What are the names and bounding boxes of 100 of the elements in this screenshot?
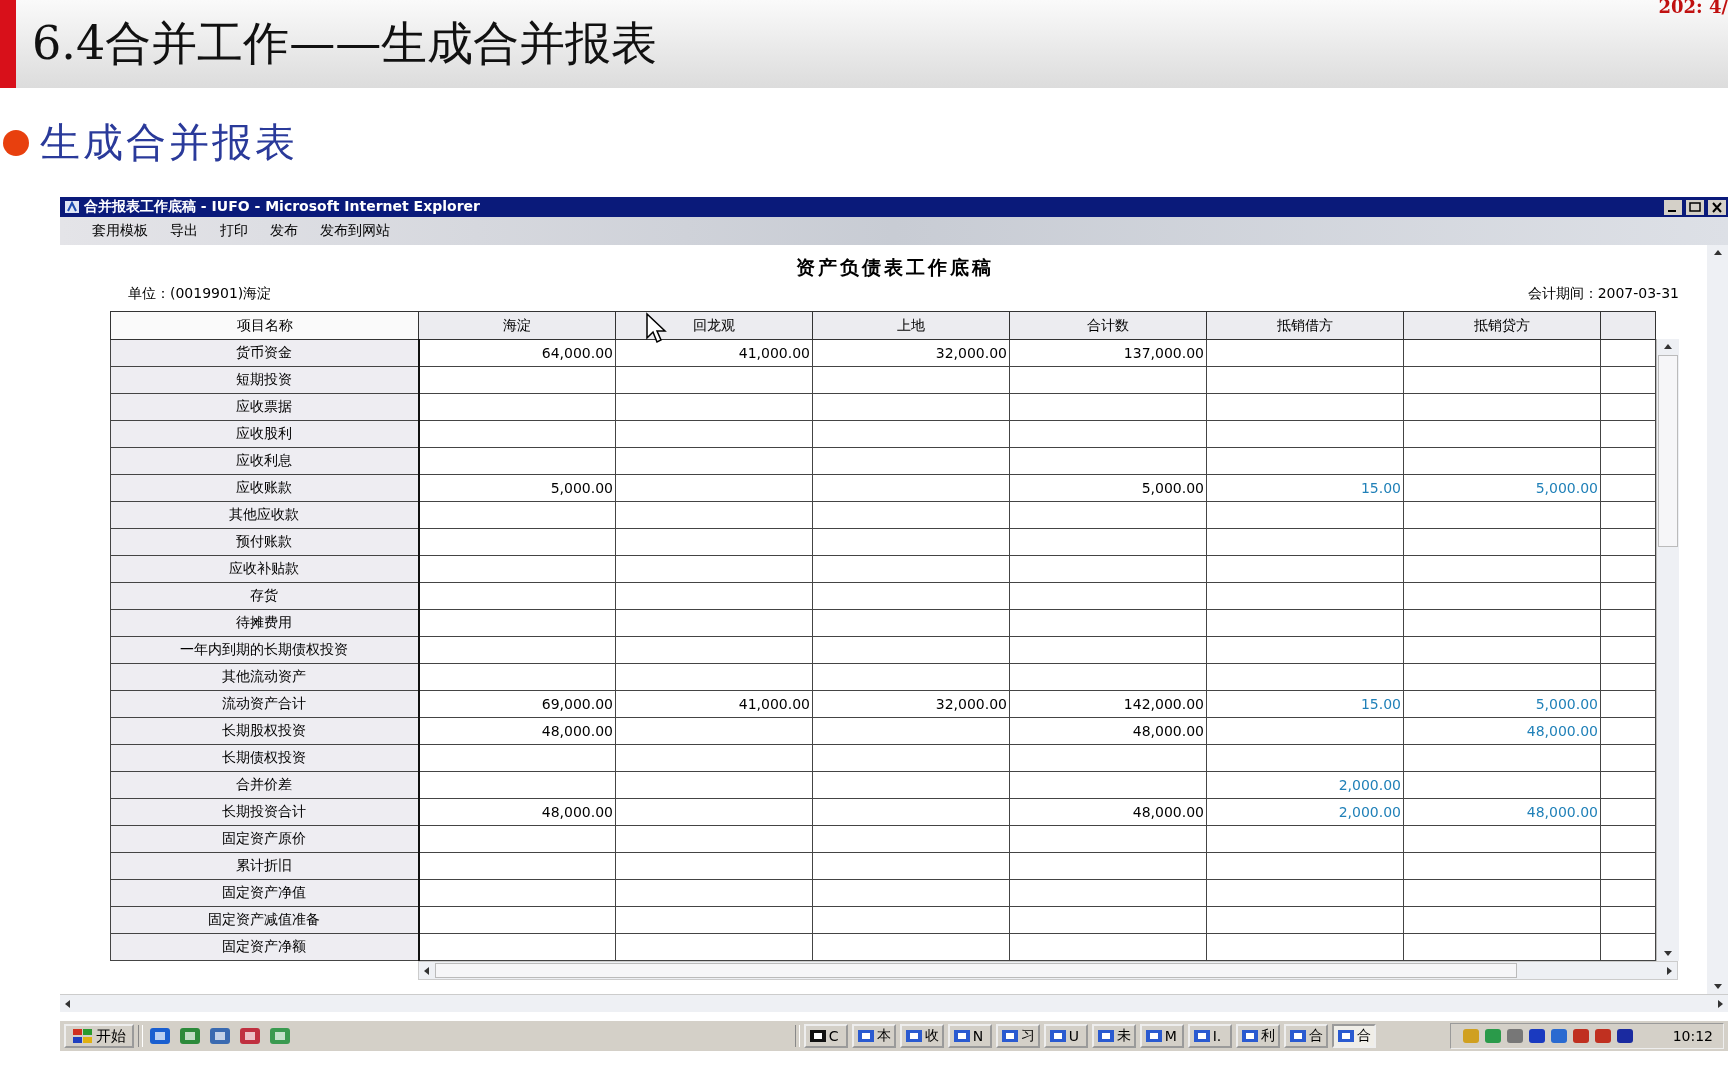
quick-launch-icon[interactable] (177, 1025, 203, 1047)
clock: 10:12 (1672, 1028, 1713, 1044)
row-label: 固定资产净值 (110, 879, 419, 907)
row-label: 长期债权投资 (110, 744, 419, 772)
bullet-text: 生成合并报表 (40, 118, 298, 167)
table-cell: 5,000.00 (1009, 474, 1207, 502)
tray-icon[interactable] (1526, 1027, 1547, 1045)
quick-launch-icon[interactable] (207, 1025, 233, 1047)
taskbar-button[interactable]: 收 (899, 1024, 944, 1048)
row-label: 待摊费用 (110, 609, 419, 637)
table-cell (1600, 366, 1656, 394)
table-cell: 2,000.00 (1206, 798, 1404, 826)
table-cell: 48,000.00 (1009, 798, 1207, 826)
report-title: 资产负债表工作底稿 (794, 255, 995, 280)
table-cell (1600, 825, 1656, 853)
menu-item[interactable]: 套用模板 (92, 222, 148, 240)
window-icon (1336, 1028, 1355, 1044)
table-cell (1600, 879, 1656, 907)
menu-item[interactable]: 发布 (270, 222, 298, 240)
taskbar-button[interactable]: 习 (995, 1024, 1040, 1048)
vertical-scrollbar[interactable] (1656, 339, 1679, 961)
table-cell: 48,000.00 (418, 717, 616, 745)
flag-icon (72, 1027, 94, 1045)
table-cell (1600, 933, 1656, 961)
table-cell: 48,000.00 (1403, 798, 1601, 826)
tray-icon[interactable] (1570, 1027, 1591, 1045)
taskbar-button[interactable]: N (947, 1024, 992, 1048)
window-vertical-scrollbar[interactable] (1707, 245, 1728, 994)
taskbar-button[interactable]: 本 (851, 1024, 896, 1048)
tray-icon[interactable] (1548, 1027, 1569, 1045)
taskbar-button[interactable]: M (1139, 1024, 1184, 1048)
table-cell (1600, 447, 1656, 475)
horizontal-scrollbar[interactable] (418, 961, 1678, 980)
window-title: 合并报表工作底稿 - IUFO - Microsoft Internet Explorer (84, 198, 480, 216)
table-cell (1600, 798, 1656, 826)
window-icon (856, 1028, 875, 1044)
table-cell (1600, 474, 1656, 502)
start-button[interactable]: 开始 (64, 1024, 134, 1048)
quick-launch-icon[interactable] (237, 1025, 263, 1047)
window-icon (1192, 1028, 1211, 1044)
column-header (1600, 311, 1656, 340)
column-header: 海淀 (418, 311, 616, 340)
quick-launch-icon[interactable] (147, 1025, 173, 1047)
table-cell (1600, 555, 1656, 583)
table-cell: 48,000.00 (1009, 717, 1207, 745)
column-header: 抵销贷方 (1403, 311, 1601, 340)
window-horizontal-scrollbar[interactable] (60, 994, 1728, 1012)
taskbar-button[interactable]: I. (1187, 1024, 1232, 1048)
table-cell (1600, 663, 1656, 691)
scroll-thumb[interactable] (435, 963, 1517, 978)
row-label: 固定资产净额 (110, 933, 419, 961)
period-label: 会计期间：2007-03-31 (1527, 285, 1679, 303)
tray-icon[interactable] (1614, 1027, 1635, 1045)
close-button[interactable] (1708, 199, 1726, 215)
row-label: 一年内到期的长期债权投资 (110, 636, 419, 664)
row-label: 应收账款 (110, 474, 419, 502)
menu-item[interactable]: 发布到网站 (320, 222, 390, 240)
row-label: 累计折旧 (110, 852, 419, 880)
table-cell: 5,000.00 (1403, 474, 1601, 502)
column-header: 回龙观 (615, 311, 813, 340)
minimize-button[interactable] (1664, 199, 1682, 215)
table-cell: 5,000.00 (418, 474, 616, 502)
window-icon (1096, 1028, 1115, 1044)
table-cell: 32,000.00 (812, 339, 1010, 367)
table-cell (1600, 528, 1656, 556)
window-icon (1288, 1028, 1307, 1044)
tray-icon[interactable] (1592, 1027, 1613, 1045)
row-label: 预付账款 (110, 528, 419, 556)
table-cell: 48,000.00 (418, 798, 616, 826)
row-label: 其他流动资产 (110, 663, 419, 691)
maximize-button[interactable] (1686, 199, 1704, 215)
taskbar-button[interactable]: U (1043, 1024, 1088, 1048)
scroll-thumb[interactable] (1658, 355, 1678, 547)
table-cell: 41,000.00 (615, 690, 813, 718)
taskbar-button[interactable]: 利 (1235, 1024, 1280, 1048)
table-cell (1600, 771, 1656, 799)
table-cell (1600, 393, 1656, 421)
window-icon (1144, 1028, 1163, 1044)
table-cell: 32,000.00 (812, 690, 1010, 718)
row-label: 固定资产减值准备 (110, 906, 419, 934)
column-header: 项目名称 (110, 311, 419, 340)
row-label: 固定资产原价 (110, 825, 419, 853)
taskbar-button[interactable]: 合 (1331, 1024, 1376, 1048)
page-number: 202: 4/ (1658, 0, 1728, 17)
table-cell: 2,000.00 (1206, 771, 1404, 799)
taskbar-button[interactable]: 未 (1091, 1024, 1136, 1048)
row-label: 合并价差 (110, 771, 419, 799)
window-icon (1048, 1028, 1067, 1044)
row-label: 应收利息 (110, 447, 419, 475)
row-label: 应收票据 (110, 393, 419, 421)
menu-item[interactable]: 导出 (170, 222, 198, 240)
row-label: 应收补贴款 (110, 555, 419, 583)
table-cell: 48,000.00 (1403, 717, 1601, 745)
table-cell: 5,000.00 (1403, 690, 1601, 718)
taskbar-button[interactable]: 合 (1283, 1024, 1328, 1048)
taskbar-button[interactable]: C (803, 1024, 848, 1048)
quick-launch-icon[interactable] (267, 1025, 293, 1047)
menu-item[interactable]: 打印 (220, 222, 248, 240)
row-label: 存货 (110, 582, 419, 610)
table-cell: 137,000.00 (1009, 339, 1207, 367)
